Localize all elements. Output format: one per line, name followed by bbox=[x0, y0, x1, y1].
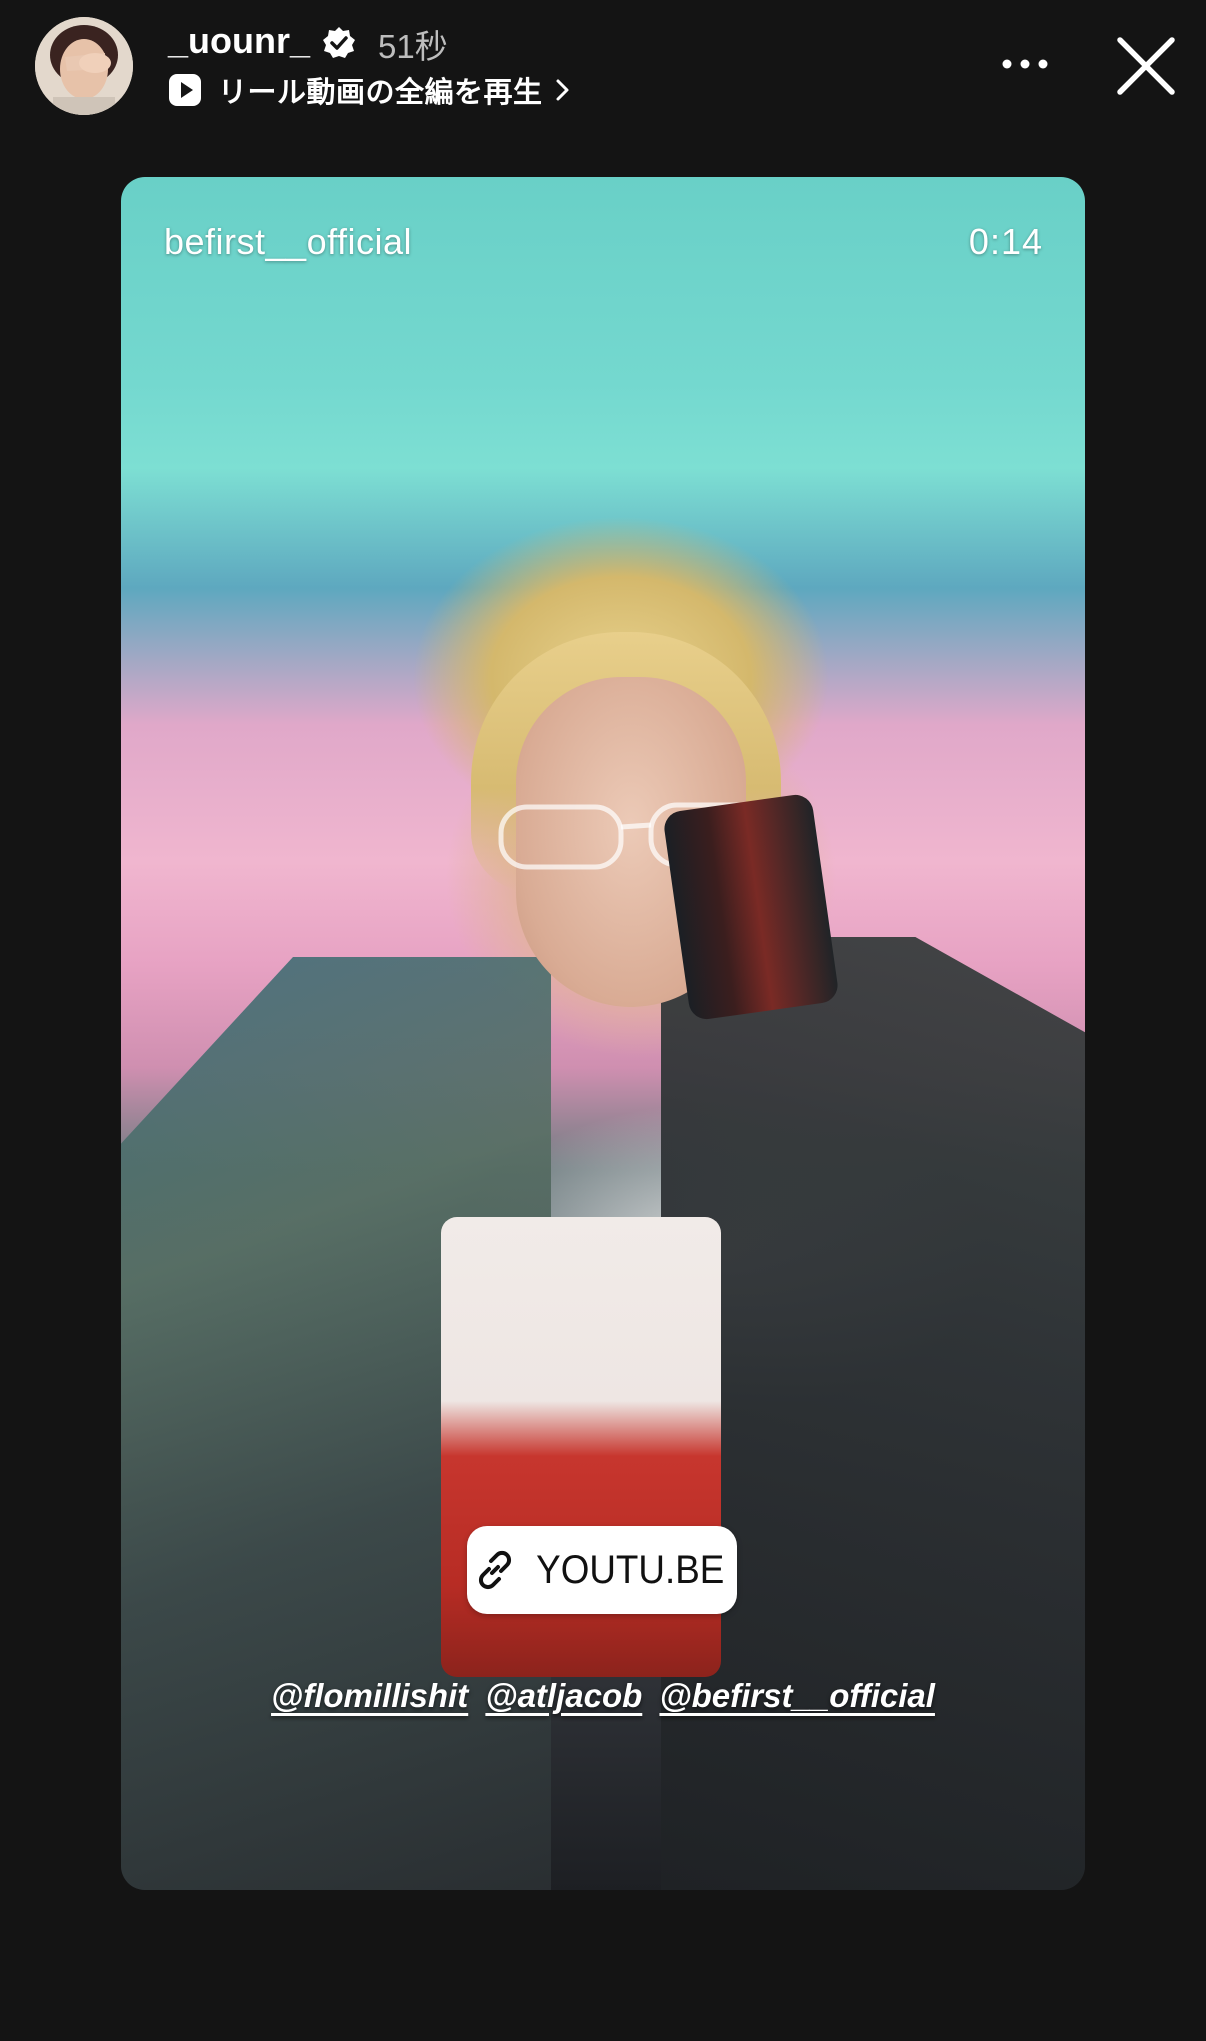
story-image-jacket-right bbox=[661, 937, 1085, 1890]
reel-link-label: リール動画の全編を再生 bbox=[218, 77, 543, 109]
post-time: 51秒 bbox=[378, 28, 448, 65]
close-icon[interactable] bbox=[1114, 34, 1178, 98]
avatar-image bbox=[35, 17, 133, 115]
verified-badge-icon bbox=[323, 27, 355, 58]
link-icon bbox=[478, 1550, 511, 1590]
play-full-reel-link[interactable]: リール動画の全編を再生 bbox=[168, 70, 571, 110]
chevron-right-icon bbox=[556, 79, 569, 101]
story-image-phone bbox=[662, 792, 840, 1022]
username[interactable]: _uounr_ bbox=[168, 20, 310, 62]
more-options-icon[interactable] bbox=[1000, 52, 1050, 76]
link-sticker[interactable]: YOUTU.BE bbox=[467, 1526, 737, 1614]
story-account-name[interactable]: befirst__official bbox=[164, 221, 412, 263]
story-timestamp: 0:14 bbox=[968, 221, 1043, 262]
story-header: _uounr_ 51秒 リール動画の全編を再生 bbox=[0, 0, 1206, 150]
reel-play-icon bbox=[169, 74, 201, 106]
mentions-row: @flomillishit @atljacob @befirst__offici… bbox=[121, 1677, 1085, 1715]
link-sticker-label: YOUTU.BE bbox=[535, 1547, 725, 1592]
avatar[interactable] bbox=[35, 17, 133, 115]
mention-befirst-official[interactable]: @befirst__official bbox=[659, 1677, 935, 1714]
story-media[interactable]: befirst__official 0:14 YOUTU.BE @flomill… bbox=[121, 177, 1085, 1890]
mention-flomillishit[interactable]: @flomillishit bbox=[271, 1677, 468, 1714]
mention-atljacob[interactable]: @atljacob bbox=[485, 1677, 642, 1714]
